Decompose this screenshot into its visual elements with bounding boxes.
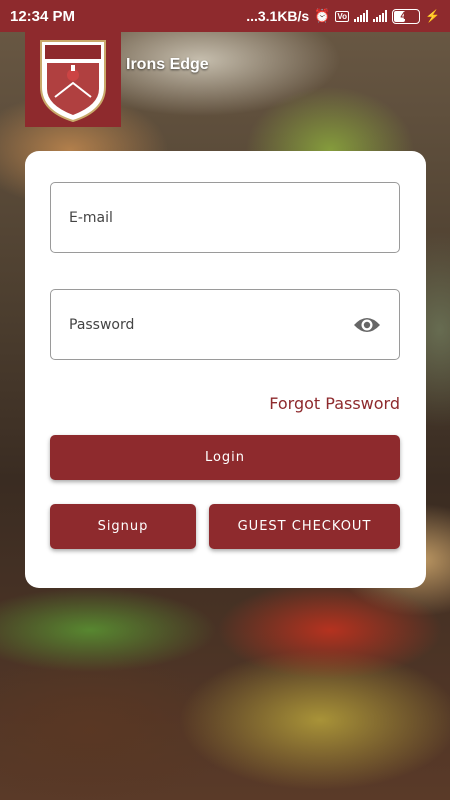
alarm-icon: ⏰ [314,8,331,23]
battery-icon: 42 [392,8,421,24]
login-button[interactable]: Login [50,435,400,480]
status-time: 12:34 PM [10,7,76,25]
email-field[interactable]: E-mail [50,182,400,253]
password-placeholder: Password [69,316,135,333]
status-bar: 12:34 PM ...3.1KB/s ⏰ Vo 42 ⚡ [0,0,450,32]
signup-button[interactable]: Signup [50,504,196,549]
guest-checkout-button[interactable]: GUEST CHECKOUT [209,504,400,549]
app-title: Irons Edge [126,56,209,73]
login-card: E-mail Password Forgot Password Login Si… [25,151,426,588]
signal-icon [373,10,388,22]
forgot-password-link[interactable]: Forgot Password [269,394,400,413]
charging-icon: ⚡ [425,9,440,23]
email-placeholder: E-mail [69,209,113,226]
password-field[interactable]: Password [50,289,400,360]
net-speed: ...3.1KB/s [246,8,310,24]
eye-icon[interactable] [353,315,381,335]
brand-logo [25,32,121,127]
status-icons: ...3.1KB/s ⏰ Vo 42 ⚡ [246,8,440,24]
crest-logo-icon [40,39,106,122]
signal-icon [354,10,369,22]
volte-icon: Vo [335,10,350,22]
